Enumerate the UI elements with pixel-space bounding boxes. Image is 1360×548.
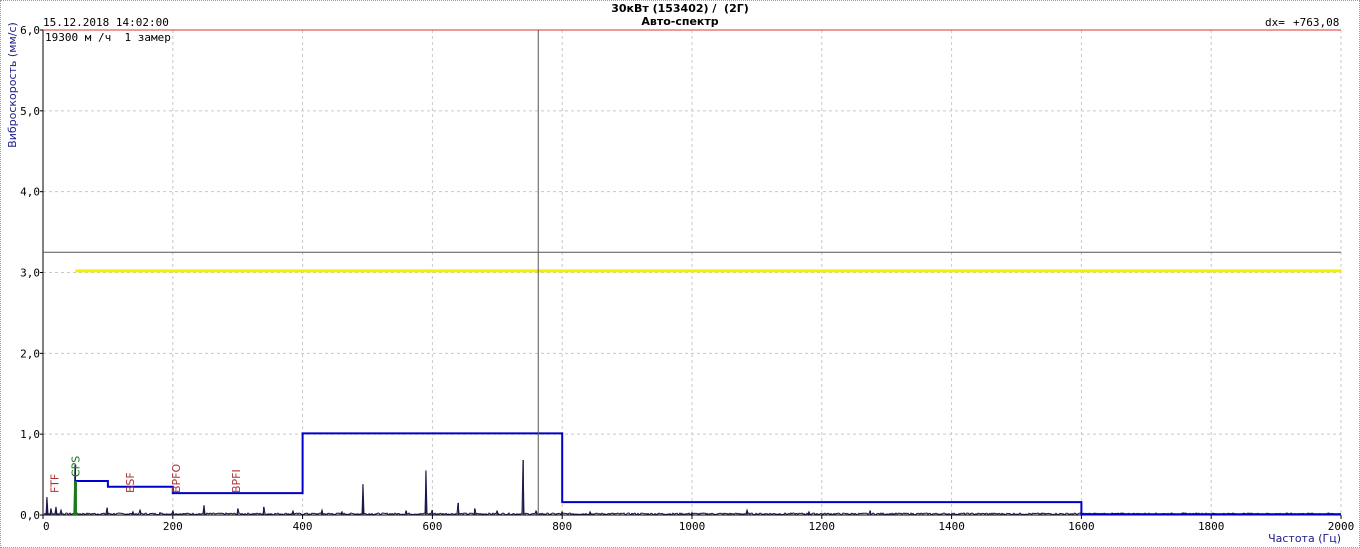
x-axis-title: Частота (Гц): [1268, 532, 1341, 545]
x-tick-label: 400: [293, 520, 313, 533]
x-tick-label: 600: [422, 520, 442, 533]
x-tick-label: 1800: [1198, 520, 1225, 533]
y-axis-title: Виброскорость (мм/с): [6, 22, 19, 148]
marker-label: FTF: [49, 474, 62, 493]
band-envelope: [74, 432, 1341, 516]
marker-label: BSF: [124, 472, 137, 493]
x-tick-label: 1600: [1068, 520, 1095, 533]
spectrum-plot[interactable]: 0 200 400 600 800 1000 1200 1400 1600 1800 20000,0…: [0, 0, 1360, 548]
x-tick-label: 0: [43, 520, 50, 533]
marker-label: BPFO: [170, 463, 183, 493]
x-tick-label: 1400: [938, 520, 965, 533]
x-tick-label: 800: [552, 520, 572, 533]
x-tick-label: 1000: [679, 520, 706, 533]
marker-label: CPS: [69, 456, 82, 477]
y-tick-label: 1,0: [20, 428, 40, 441]
x-tick-label: 1200: [809, 520, 836, 533]
marker-label: BPFI: [230, 469, 243, 493]
y-tick-label: 2,0: [20, 347, 40, 360]
y-tick-label: 5,0: [20, 105, 40, 118]
y-tick-label: 6,0: [20, 24, 40, 37]
y-tick-label: 0,0: [20, 509, 40, 522]
y-tick-label: 3,0: [20, 267, 40, 280]
y-tick-label: 4,0: [20, 186, 40, 199]
x-tick-label: 200: [163, 520, 183, 533]
